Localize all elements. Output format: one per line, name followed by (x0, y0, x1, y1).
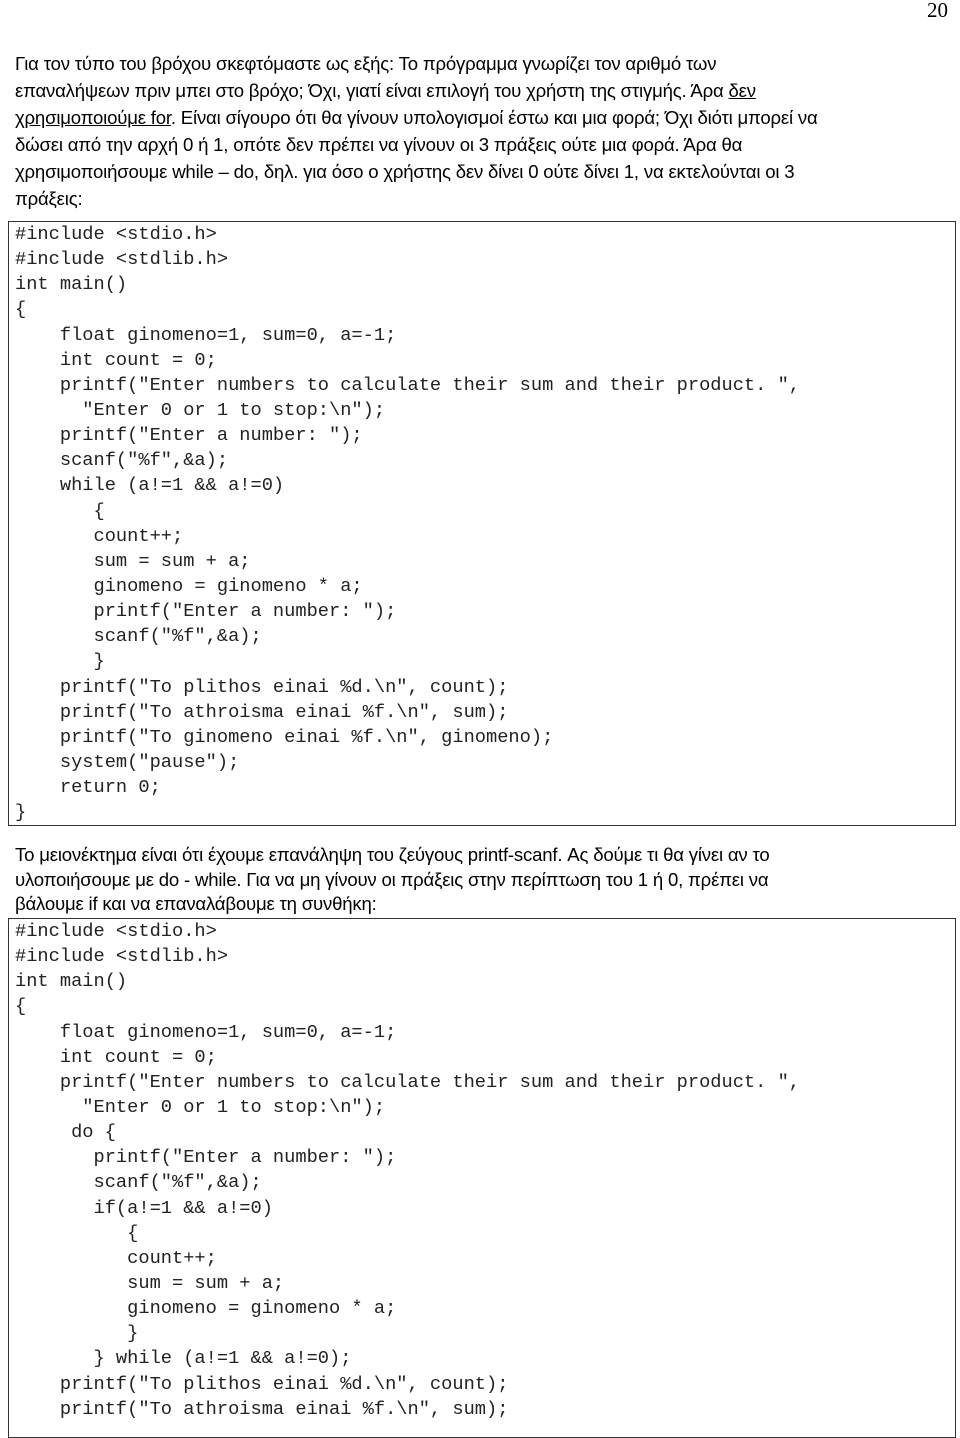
code-line: } (15, 1322, 139, 1345)
code-line: printf("Enter a number: "); (15, 424, 363, 447)
code-block-do-while: #include <stdio.h> #include <stdlib.h> int… (8, 918, 956, 1438)
code-line: printf("To plithos einai %d.\n", count); (15, 675, 509, 698)
code-block-while: #include <stdio.h> #include <stdlib.h> int… (8, 221, 956, 826)
text-line: χρησιμοποιήσουμε while – do, δηλ. για όσ… (15, 161, 795, 182)
code-line: { (15, 1221, 139, 1244)
code-line: scanf("%f",&a); (15, 449, 229, 472)
code-line: } (15, 801, 27, 824)
code-line: int count = 0; (15, 348, 217, 371)
code-line: while (a!=1 && a!=0) (15, 474, 285, 497)
page-number: 20 (927, 0, 948, 22)
code-line: "Enter 0 or 1 to stop:\n"); (15, 1095, 386, 1118)
text-line: πράξεις: (15, 188, 83, 209)
text-line: υλοποιήσουμε με do - while. Για να μη γί… (15, 868, 769, 890)
code-line: system("pause"); (15, 750, 240, 773)
code-line: sum = sum + a; (15, 549, 251, 572)
code-line: printf("To ginomeno einai %f.\n", ginome… (15, 725, 554, 748)
code-line: { (15, 995, 27, 1018)
text-line: Για τον τύπο του βρόχου σκεφτόμαστε ως ε… (15, 53, 717, 74)
code-line: #include <stdlib.h> (15, 945, 229, 968)
middle-paragraph: Το μειονέκτημα είναι ότι έχουμε επανάληψ… (15, 843, 950, 917)
code-line: count++; (15, 524, 184, 547)
code-line: int count = 0; (15, 1045, 217, 1068)
text-line: δώσει από την αρχή 0 ή 1, οπότε δεν πρέπ… (15, 134, 743, 155)
code-line: printf("To plithos einai %d.\n", count); (15, 1372, 509, 1395)
code-line: int main() (15, 970, 128, 993)
code-line: do { (15, 1121, 116, 1144)
text-line: χρησιμοποιούμε for. Είναι σίγουρο ότι θα… (15, 104, 950, 131)
code-line: sum = sum + a; (15, 1271, 285, 1294)
code-line: { (15, 499, 105, 522)
intro-paragraph: Για τον τύπο του βρόχου σκεφτόμαστε ως ε… (15, 50, 950, 212)
code-line: #include <stdio.h> (15, 223, 217, 245)
code-line: "Enter 0 or 1 to stop:\n"); (15, 398, 386, 421)
text-line: βάλουμε if και να επαναλάβουμε τη συνθήκ… (15, 893, 377, 914)
code-line: printf("Enter a number: "); (15, 1146, 397, 1169)
code-line: printf("Enter a number: "); (15, 600, 397, 623)
code-line: float ginomeno=1, sum=0, a=-1; (15, 323, 397, 346)
underlined-text: δεν (728, 80, 757, 101)
underlined-text: χρησιμοποιούμε for (15, 107, 171, 128)
text-span: . Είναι σίγουρο ότι θα γίνουν υπολογισμο… (170, 107, 818, 128)
code-line: ginomeno = ginomeno * a; (15, 1297, 397, 1320)
code-line: scanf("%f",&a); (15, 1171, 262, 1194)
text-line: Το μειονέκτημα είναι ότι έχουμε επανάληψ… (15, 844, 770, 865)
code-line: printf("To athroisma einai %f.\n", sum); (15, 700, 509, 723)
code-line: return 0; (15, 776, 161, 799)
code-line: { (15, 298, 27, 321)
code-line: if(a!=1 && a!=0) (15, 1196, 273, 1219)
code-line: #include <stdlib.h> (15, 248, 229, 271)
code-line: #include <stdio.h> (15, 920, 217, 942)
code-line: ginomeno = ginomeno * a; (15, 574, 363, 597)
code-line: printf("Enter numbers to calculate their… (15, 1070, 801, 1093)
text-span: επαναλήψεων πριν μπει στο βρόχο; Όχι, γι… (15, 80, 729, 101)
code-line: } (15, 650, 105, 673)
code-line: printf("Enter numbers to calculate their… (15, 373, 801, 396)
code-line: scanf("%f",&a); (15, 625, 262, 648)
code-line: count++; (15, 1246, 217, 1269)
code-line: } while (a!=1 && a!=0); (15, 1347, 352, 1370)
code-line: int main() (15, 273, 128, 296)
code-line: float ginomeno=1, sum=0, a=-1; (15, 1020, 397, 1043)
text-line: επαναλήψεων πριν μπει στο βρόχο; Όχι, γι… (15, 77, 950, 104)
code-line: printf("To athroisma einai %f.\n", sum); (15, 1397, 509, 1420)
